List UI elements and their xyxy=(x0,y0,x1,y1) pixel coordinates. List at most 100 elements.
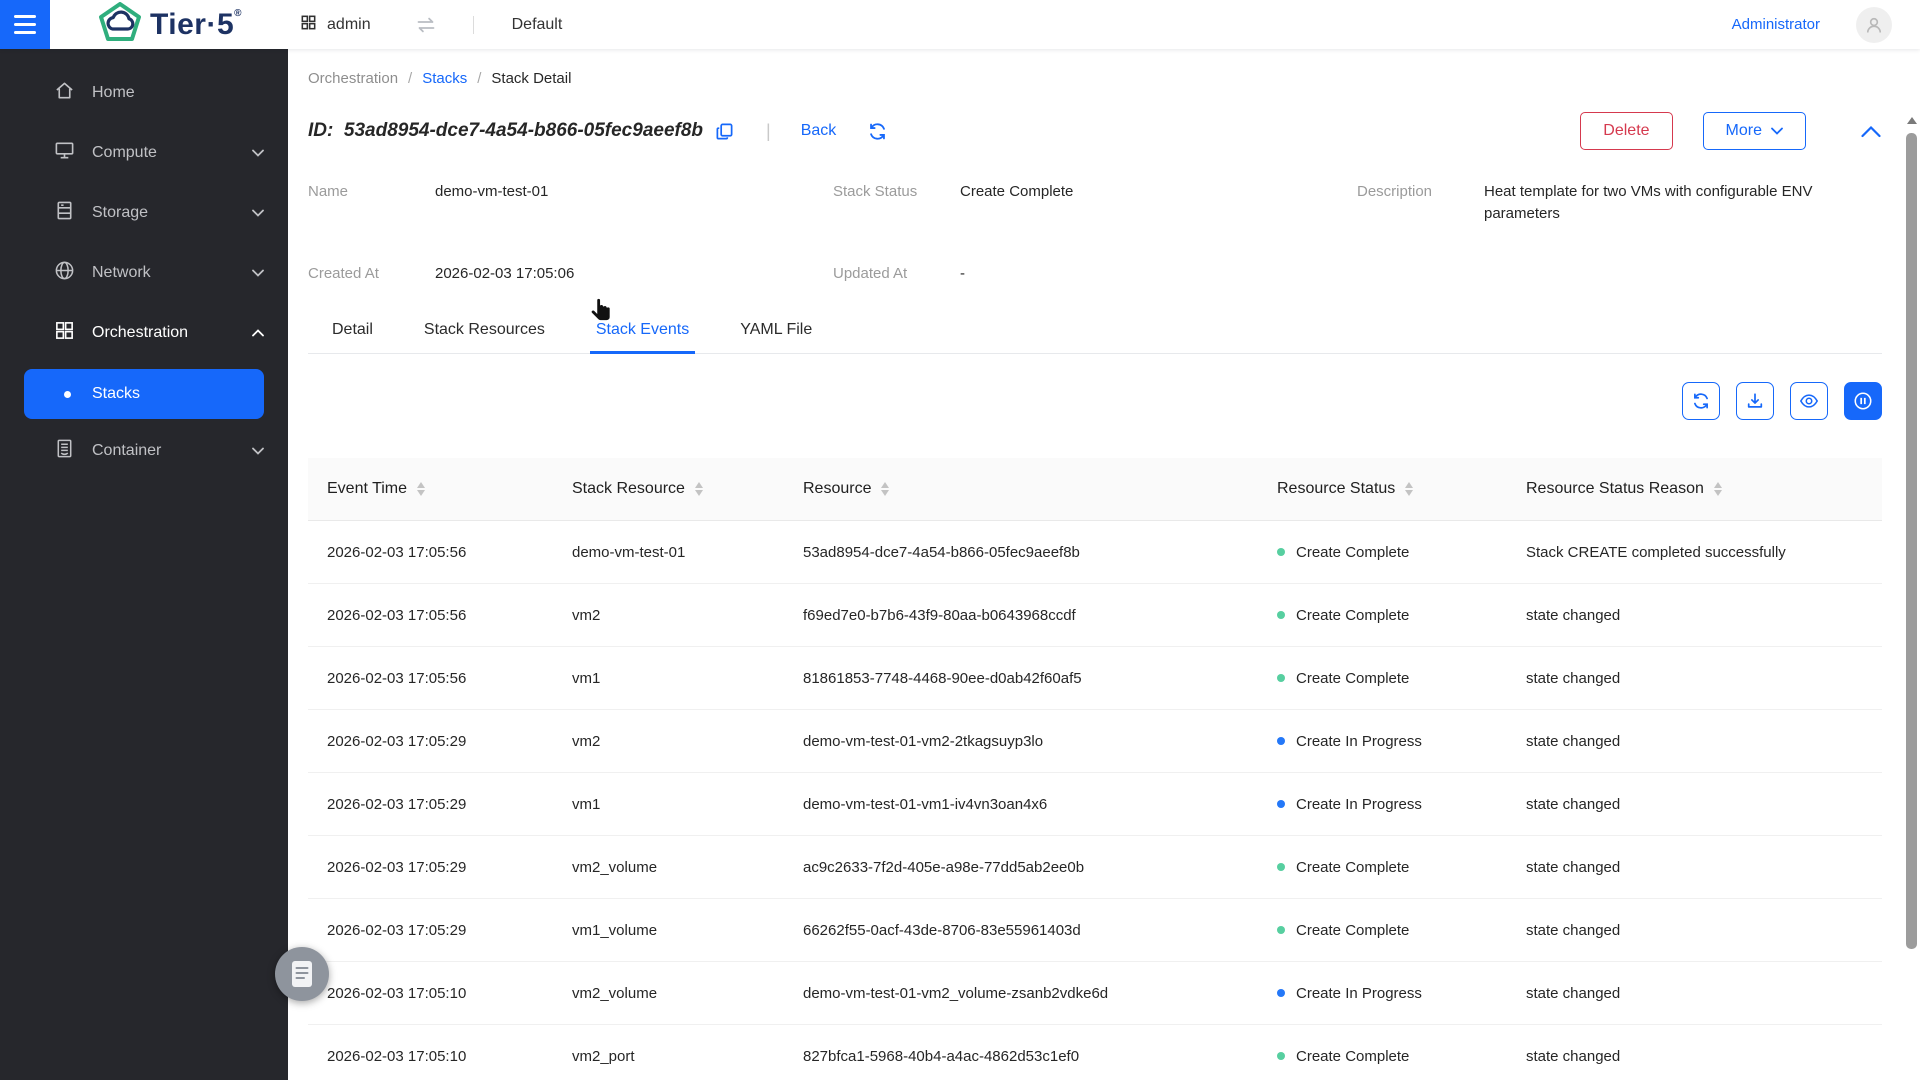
sidebar-item-label: Compute xyxy=(92,144,157,162)
scroll-up-arrow-icon[interactable] xyxy=(1907,117,1917,124)
refresh-icon[interactable] xyxy=(868,122,887,141)
workspace-switcher[interactable]: admin xyxy=(300,14,371,36)
tab-stack-resources[interactable]: Stack Resources xyxy=(422,317,547,353)
cell-resource: f69ed7e0-b7b6-43f9-80aa-b0643968ccdf xyxy=(784,607,1258,624)
topbar: Tier·5® admin Default Administrator xyxy=(0,0,1920,49)
tab-stack-events[interactable]: Stack Events xyxy=(594,317,691,353)
table-row: 2026-02-03 17:05:29 vm1_volume 66262f55-… xyxy=(308,899,1882,962)
cell-stack-resource: vm2_volume xyxy=(553,859,784,876)
status-dot xyxy=(1277,611,1285,619)
document-icon xyxy=(289,959,315,989)
back-link[interactable]: Back xyxy=(801,122,837,140)
avatar[interactable] xyxy=(1856,7,1892,43)
cell-stack-resource: vm1 xyxy=(553,670,784,687)
status-text: Create In Progress xyxy=(1296,985,1422,1002)
cell-resource: demo-vm-test-01-vm2_volume-zsanb2vdke6d xyxy=(784,985,1258,1002)
cell-stack-resource: vm1_volume xyxy=(553,922,784,939)
sidebar-item-network[interactable]: Network xyxy=(0,249,288,297)
status-text: Create Complete xyxy=(1296,544,1409,561)
delete-button[interactable]: Delete xyxy=(1580,112,1672,150)
table-row: 2026-02-03 17:05:29 vm2 demo-vm-test-01-… xyxy=(308,710,1882,773)
cell-resource-status: Create Complete xyxy=(1258,544,1507,561)
compute-icon xyxy=(54,140,75,166)
status-text: Create In Progress xyxy=(1296,796,1422,813)
download-button[interactable] xyxy=(1736,382,1774,420)
cell-resource: 66262f55-0acf-43de-8706-83e55961403d xyxy=(784,922,1258,939)
chevron-up-icon xyxy=(252,329,264,337)
workspace-name: admin xyxy=(327,16,371,34)
sidebar: Home Compute Storage xyxy=(0,49,288,1080)
vertical-scrollbar[interactable] xyxy=(1903,49,1920,1080)
sort-icon[interactable] xyxy=(1714,482,1722,496)
collapse-header-icon[interactable] xyxy=(1860,124,1882,139)
sidebar-item-compute[interactable]: Compute xyxy=(0,129,288,177)
stack-status-value: Create Complete xyxy=(960,181,1073,225)
sidebar-item-orchestration[interactable]: Orchestration xyxy=(0,309,288,357)
table-row: 2026-02-03 17:05:10 vm2_port 827bfca1-59… xyxy=(308,1025,1882,1080)
region-name[interactable]: Default xyxy=(512,16,563,34)
stack-status-label: Stack Status xyxy=(833,181,960,225)
sidebar-subitem-label: Stacks xyxy=(92,385,140,403)
status-text: Create Complete xyxy=(1296,1048,1409,1065)
cloud-logo-icon xyxy=(98,2,142,47)
sort-icon[interactable] xyxy=(1405,482,1413,496)
status-dot xyxy=(1277,800,1285,808)
home-icon xyxy=(54,80,75,106)
cell-stack-resource: vm2_volume xyxy=(553,985,784,1002)
status-dot xyxy=(1277,926,1285,934)
table-header: Event Time Stack Resource Resource Resou… xyxy=(308,458,1882,521)
cell-resource: 81861853-7748-4468-90ee-d0ab42f60af5 xyxy=(784,670,1258,687)
chevron-down-icon xyxy=(252,447,264,455)
status-dot xyxy=(1277,863,1285,871)
sort-icon[interactable] xyxy=(881,482,889,496)
pause-auto-refresh-button[interactable] xyxy=(1844,382,1882,420)
docs-widget[interactable] xyxy=(275,947,329,1001)
sidebar-item-home[interactable]: Home xyxy=(0,69,288,117)
scrollbar-thumb[interactable] xyxy=(1906,133,1917,949)
column-event-time[interactable]: Event Time xyxy=(308,480,553,498)
user-role-link[interactable]: Administrator xyxy=(1732,16,1820,33)
container-icon xyxy=(54,438,75,464)
table-row: 2026-02-03 17:05:29 vm2_volume ac9c2633-… xyxy=(308,836,1882,899)
status-text: Create Complete xyxy=(1296,670,1409,687)
cell-event-time: 2026-02-03 17:05:56 xyxy=(308,670,553,687)
cell-resource-status-reason: state changed xyxy=(1507,607,1882,624)
sidebar-item-container[interactable]: Container xyxy=(0,427,288,475)
table-row: 2026-02-03 17:05:29 vm1 demo-vm-test-01-… xyxy=(308,773,1882,836)
visibility-button[interactable] xyxy=(1790,382,1828,420)
refresh-table-button[interactable] xyxy=(1682,382,1720,420)
cell-stack-resource: demo-vm-test-01 xyxy=(553,544,784,561)
main-content: Orchestration / Stacks / Stack Detail ID… xyxy=(288,49,1920,1080)
brand-name: Tier·5® xyxy=(150,8,242,42)
tab-detail[interactable]: Detail xyxy=(330,317,375,353)
column-resource-status[interactable]: Resource Status xyxy=(1258,480,1507,498)
tab-yaml-file[interactable]: YAML File xyxy=(738,317,814,353)
cell-event-time: 2026-02-03 17:05:10 xyxy=(308,985,553,1002)
description-value: Heat template for two VMs with configura… xyxy=(1484,181,1882,225)
sort-icon[interactable] xyxy=(417,482,425,496)
cell-resource-status: Create In Progress xyxy=(1258,985,1507,1002)
cell-resource-status-reason: state changed xyxy=(1507,985,1882,1002)
breadcrumb-stacks-link[interactable]: Stacks xyxy=(422,70,467,87)
sidebar-item-storage[interactable]: Storage xyxy=(0,189,288,237)
sort-icon[interactable] xyxy=(695,482,703,496)
sidebar-item-stacks[interactable]: Stacks xyxy=(24,369,264,419)
switch-project-icon[interactable] xyxy=(415,16,437,34)
hamburger-menu-button[interactable] xyxy=(0,0,50,49)
cell-event-time: 2026-02-03 17:05:29 xyxy=(308,922,553,939)
stack-info: Namedemo-vm-test-01 Stack StatusCreate C… xyxy=(308,181,1882,284)
cell-stack-resource: vm2_port xyxy=(553,1048,784,1065)
copy-icon[interactable] xyxy=(715,122,734,141)
breadcrumb-orchestration: Orchestration xyxy=(308,70,398,87)
grid-icon xyxy=(300,14,317,36)
cell-event-time: 2026-02-03 17:05:29 xyxy=(308,859,553,876)
column-resource-status-reason[interactable]: Resource Status Reason xyxy=(1507,480,1882,498)
more-button[interactable]: More xyxy=(1703,112,1806,150)
breadcrumb-current: Stack Detail xyxy=(491,70,571,87)
cell-resource-status-reason: state changed xyxy=(1507,670,1882,687)
column-resource[interactable]: Resource xyxy=(784,480,1258,498)
name-value: demo-vm-test-01 xyxy=(435,181,548,225)
cell-resource: demo-vm-test-01-vm1-iv4vn3oan4x6 xyxy=(784,796,1258,813)
column-stack-resource[interactable]: Stack Resource xyxy=(553,480,784,498)
status-dot xyxy=(1277,989,1285,997)
